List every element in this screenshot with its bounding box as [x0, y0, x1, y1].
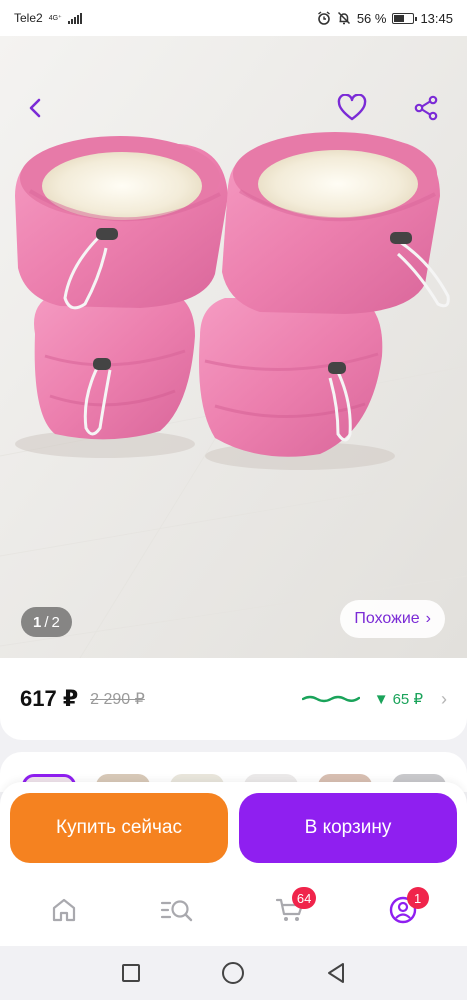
- triangle-back-icon: [327, 963, 344, 983]
- cart-count-badge: 64: [291, 887, 317, 909]
- nav-catalog[interactable]: [147, 885, 207, 935]
- home-system-button[interactable]: [213, 953, 253, 993]
- similar-button[interactable]: Похожие ›: [340, 600, 445, 638]
- down-arrow-icon: ▼: [373, 690, 389, 708]
- screen: Tele2 4G⁺ 56 % 13:45 1 / 2 Похожие › 617…: [0, 0, 467, 1000]
- profile-notification-badge: 1: [406, 887, 429, 909]
- product-image-gallery[interactable]: 1 / 2 Похожие ›: [0, 36, 467, 658]
- battery-icon: [392, 12, 418, 24]
- price-drop-value: 65 ₽: [392, 691, 423, 708]
- action-bar: Купить сейчас В корзину: [0, 782, 467, 874]
- circle-icon: [222, 962, 245, 984]
- heart-icon: [337, 94, 367, 121]
- alarm-icon: [317, 11, 330, 25]
- bottom-nav: 64 1: [0, 874, 467, 946]
- price-trend-icon: [301, 695, 360, 703]
- favorite-button[interactable]: [332, 88, 372, 128]
- back-button[interactable]: [16, 88, 56, 128]
- share-icon: [414, 95, 438, 121]
- battery-percent: 56 %: [356, 10, 387, 26]
- back-icon: [29, 98, 41, 118]
- carrier-name: Tele2: [14, 11, 43, 25]
- back-system-button[interactable]: [316, 953, 356, 993]
- image-current: 1: [33, 613, 42, 631]
- nav-cart[interactable]: 64: [260, 885, 320, 935]
- chevron-right-icon: ›: [425, 610, 431, 627]
- old-price: 2 290 ₽: [90, 691, 145, 708]
- similar-label: Похожие: [354, 610, 420, 627]
- share-button[interactable]: [406, 88, 446, 128]
- status-bar: Tele2 4G⁺ 56 % 13:45: [0, 0, 467, 36]
- image-separator: /: [44, 613, 49, 631]
- product-photo: [0, 36, 467, 658]
- status-left: Tele2 4G⁺: [14, 11, 82, 25]
- mute-bell-icon: [337, 11, 350, 25]
- home-icon: [53, 898, 76, 922]
- system-nav-bar: [0, 946, 467, 1000]
- buy-now-button[interactable]: Купить сейчас: [10, 793, 228, 863]
- status-right: 56 % 13:45: [317, 11, 453, 26]
- network-type: 4G⁺: [48, 14, 62, 22]
- signal-icon: [67, 12, 82, 24]
- current-price: 617 ₽: [20, 686, 79, 711]
- nav-profile[interactable]: 1: [373, 885, 433, 935]
- nav-home[interactable]: [34, 885, 94, 935]
- clock: 13:45: [420, 10, 453, 26]
- recent-apps-button[interactable]: [111, 953, 151, 993]
- catalog-search-icon: [161, 900, 193, 922]
- square-icon: [122, 964, 141, 982]
- chevron-right-icon: ›: [441, 688, 447, 709]
- add-to-cart-button[interactable]: В корзину: [239, 793, 457, 863]
- image-counter: 1 / 2: [21, 607, 72, 637]
- price-drop: ▼ 65 ₽: [373, 690, 423, 709]
- price-card[interactable]: 617 ₽ 2 290 ₽ ▼ 65 ₽ ›: [0, 658, 467, 740]
- image-total: 2: [51, 613, 60, 631]
